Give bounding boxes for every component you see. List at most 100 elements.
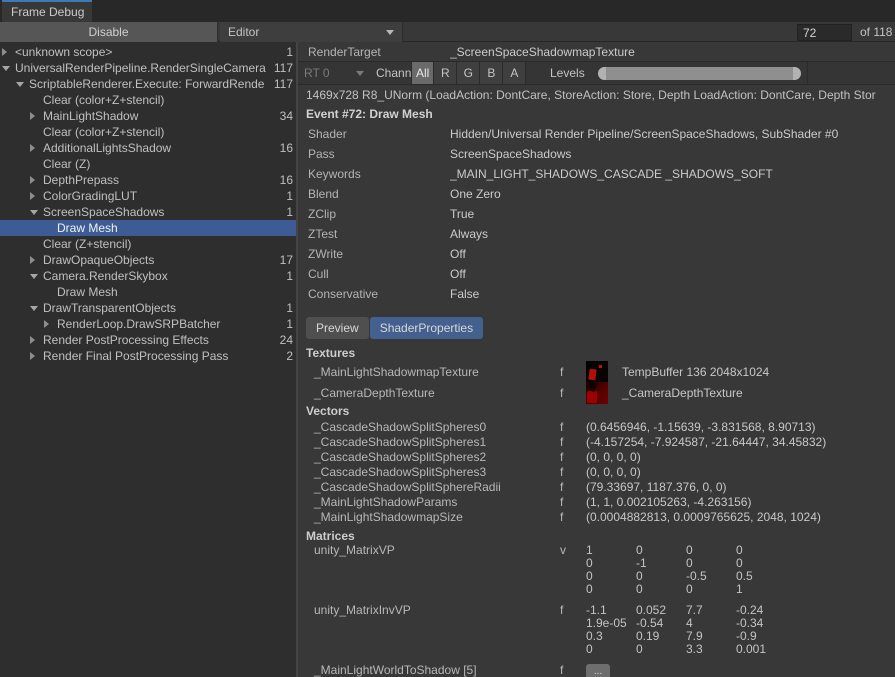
precision-flag: f [560,664,586,677]
property-label: Cull [308,267,450,281]
property-label: Shader [308,127,450,141]
channel-button-all[interactable]: All [411,62,434,84]
precision-flag: f [560,465,586,479]
tab-preview[interactable]: Preview [306,317,369,339]
chevron-right-icon[interactable] [30,176,43,184]
channel-button-g[interactable]: G [457,62,480,84]
precision-flag: f [560,386,586,400]
tree-row[interactable]: ScriptableRenderer.Execute: ForwardRende… [0,76,296,92]
render-target-label: RenderTarget [308,45,450,59]
texture-preview-cell: _CameraDepthTexture [586,382,895,404]
channel-button-b[interactable]: B [480,62,503,84]
tree-item-label: Clear (Z) [43,157,289,171]
tree-row[interactable]: DepthPrepass16 [0,172,296,188]
tab-shader-properties[interactable]: ShaderProperties [370,317,483,339]
tree-row[interactable]: Camera.RenderSkybox1 [0,268,296,284]
property-value: One Zero [450,187,895,201]
channel-button-a[interactable]: A [503,62,526,84]
texture-thumbnail-icon[interactable] [586,382,608,404]
tree-row[interactable]: Draw Mesh [0,220,296,236]
levels-max-handle[interactable] [793,67,801,80]
tree-row[interactable]: Clear (Z+stencil) [0,236,296,252]
vector-row: _CascadeShadowSplitSpheres2f(0, 0, 0, 0) [298,449,895,464]
property-row: ZClipTrue [298,204,895,224]
matrix-cell: 0.19 [636,630,686,643]
chevron-right-icon[interactable] [30,256,43,264]
property-label: Pass [308,147,450,161]
divider [807,62,808,84]
event-count: 1 [282,189,296,203]
tree-row[interactable]: DrawOpaqueObjects17 [0,252,296,268]
property-value: Always [450,227,895,241]
property-value: False [450,287,895,301]
event-count: 1 [282,269,296,283]
channel-button-r[interactable]: R [434,62,457,84]
tree-row[interactable]: AdditionalLightsShadow16 [0,140,296,156]
tree-row[interactable]: UniversalRenderPipeline.RenderSingleCame… [0,60,296,76]
chevron-right-icon[interactable] [2,48,15,56]
property-value: _MAIN_LIGHT_SHADOWS_CASCADE _SHADOWS_SOF… [450,167,895,181]
levels-min-handle[interactable] [598,67,606,80]
vector-row: _MainLightShadowParamsf(1, 1, 0.00210526… [298,494,895,509]
property-value: Off [450,267,895,281]
rt-index-dropdown[interactable]: RT 0 [304,64,370,82]
vector-name: _MainLightShadowParams [298,495,560,509]
tree-row[interactable]: ScreenSpaceShadows1 [0,204,296,220]
chevron-down-icon[interactable] [30,306,43,311]
event-count: 117 [270,61,296,75]
tree-row[interactable]: RenderLoop.DrawSRPBatcher1 [0,316,296,332]
tree-row[interactable]: Clear (Z) [0,156,296,172]
texture-desc: _CameraDepthTexture [622,386,743,400]
tree-row[interactable]: Clear (color+Z+stencil) [0,92,296,108]
target-selector-dropdown[interactable]: Editor [220,22,403,42]
vector-row: _MainLightShadowmapSizef(0.0004882813, 0… [298,509,895,524]
frame-number-value: 72 [803,26,816,40]
disable-button[interactable]: Disable [0,22,218,42]
tree-row[interactable]: Render Final PostProcessing Pass2 [0,348,296,364]
matrix-row: unity_MatrixVPv10000-10000-0.50.50001 [298,544,895,596]
matrix-cell: 0 [586,583,636,596]
chevron-down-icon[interactable] [2,66,15,71]
property-row: PassScreenSpaceShadows [298,144,895,164]
chevron-down-icon[interactable] [30,210,43,215]
tree-item-label: ScriptableRenderer.Execute: ForwardRende [29,77,270,91]
texture-row: _MainLightShadowmapTexturefTempBuffer 13… [298,361,895,382]
tree-row[interactable]: Render PostProcessing Effects24 [0,332,296,348]
matrix-rows: unity_MatrixVPv10000-10000-0.50.50001uni… [298,544,895,677]
chevron-right-icon[interactable] [30,144,43,152]
tree-row[interactable]: ColorGradingLUT1 [0,188,296,204]
tab-preview-label: Preview [316,321,359,335]
expand-matrix-array-button[interactable]: ... [586,664,610,677]
rt-index-value: RT 0 [304,66,330,80]
chevron-right-icon[interactable] [30,112,43,120]
precision-flag: f [560,450,586,464]
chevron-right-icon[interactable] [30,336,43,344]
event-tree: <unknown scope>1UniversalRenderPipeline.… [0,42,296,364]
vector-value: (0.0004882813, 0.0009765625, 2048, 1024) [586,510,895,524]
matrix-row: unity_MatrixInvVPf-1.10.0527.7-0.241.9e-… [298,604,895,656]
frame-number-input[interactable]: 72 [797,24,852,41]
tab-frame-debug[interactable]: Frame Debug [2,0,92,22]
chevron-right-icon[interactable] [30,192,43,200]
levels-range-slider[interactable] [598,67,801,80]
tree-row[interactable]: <unknown scope>1 [0,44,296,60]
property-row: BlendOne Zero [298,184,895,204]
tree-row[interactable]: DrawTransparentObjects1 [0,300,296,316]
chevron-right-icon[interactable] [30,352,43,360]
matrix-cell: 0 [636,570,686,583]
vector-row: _CascadeShadowSplitSpheres3f(0, 0, 0, 0) [298,464,895,479]
tree-item-label: Clear (color+Z+stencil) [43,93,289,107]
tree-item-label: MainLightShadow [43,109,276,123]
vector-rows: _CascadeShadowSplitSpheres0f(0.6456946, … [298,419,895,524]
chevron-down-icon[interactable] [16,82,29,87]
texture-name: _CameraDepthTexture [298,386,560,400]
tree-item-label: Render Final PostProcessing Pass [43,349,282,363]
texture-thumbnail-icon[interactable] [586,361,608,383]
vector-name: _MainLightShadowmapSize [298,510,560,524]
tree-row[interactable]: MainLightShadow34 [0,108,296,124]
property-row: ShaderHidden/Universal Render Pipeline/S… [298,124,895,144]
tree-row[interactable]: Clear (color+Z+stencil) [0,124,296,140]
chevron-down-icon[interactable] [30,274,43,279]
chevron-right-icon[interactable] [44,320,57,328]
tree-row[interactable]: Draw Mesh [0,284,296,300]
